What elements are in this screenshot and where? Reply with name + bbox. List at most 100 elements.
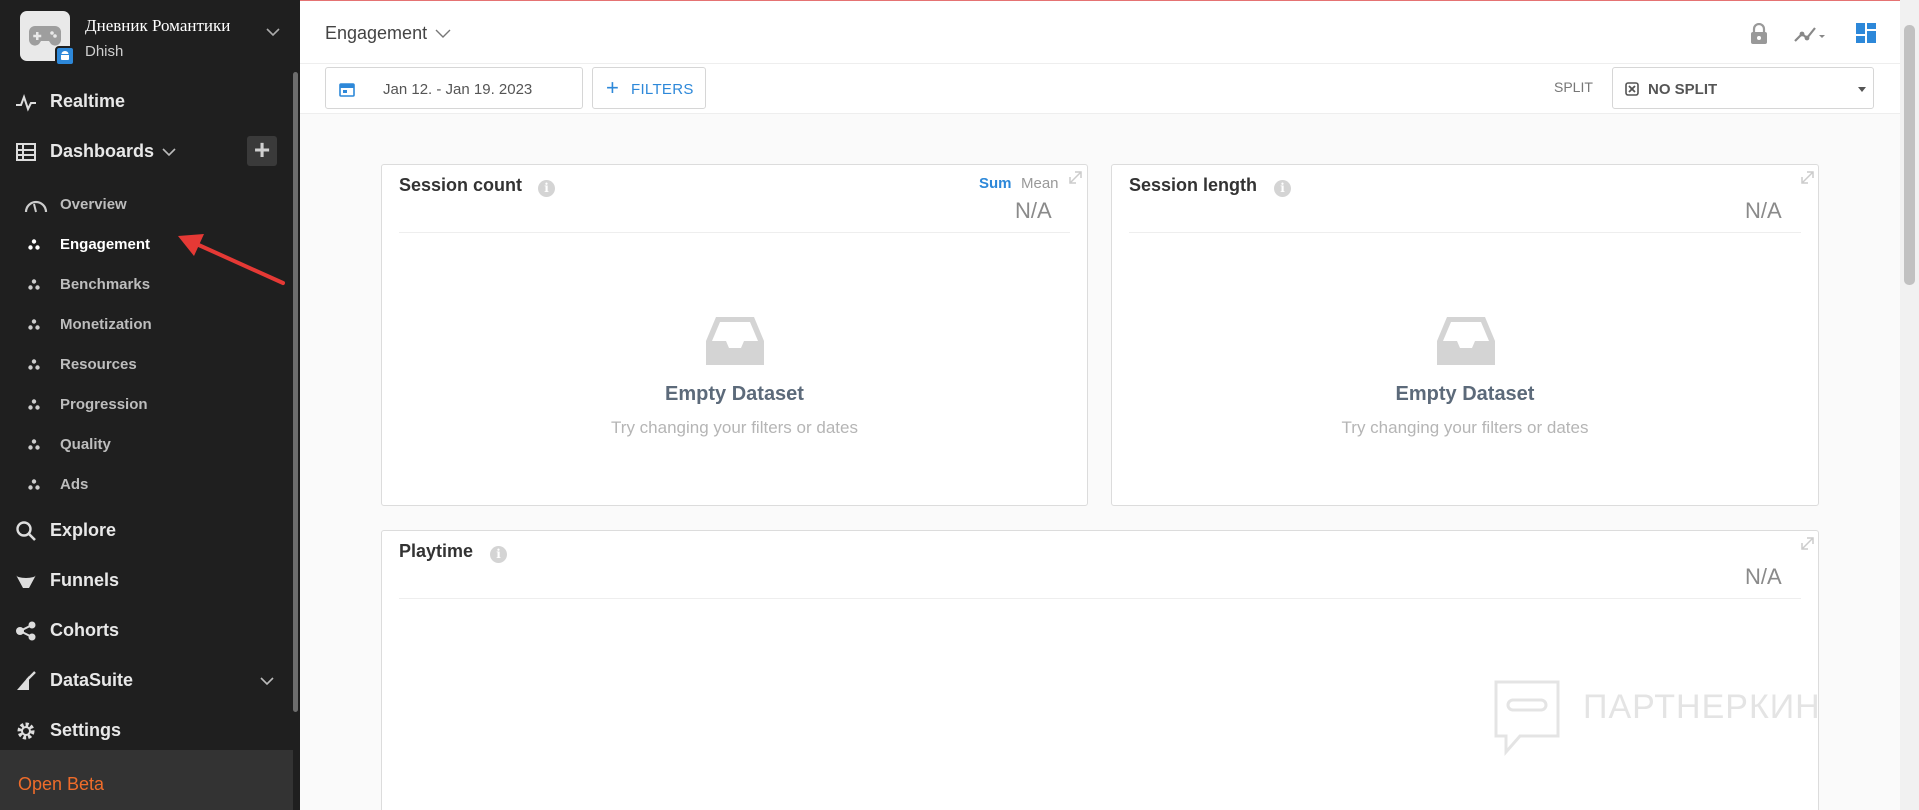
card-title: Session count — [399, 175, 523, 195]
caret-down-icon — [1858, 87, 1866, 92]
datasuite-icon — [17, 671, 36, 690]
dots-icon — [28, 439, 40, 450]
card-value: N/A — [1015, 198, 1052, 223]
lock-icon[interactable] — [1750, 23, 1768, 45]
inbox-icon — [706, 317, 764, 365]
chevron-down-icon[interactable] — [260, 677, 274, 686]
empty-dataset-hint: Try changing your filters or dates — [1341, 418, 1589, 437]
chevron-down-icon[interactable] — [162, 148, 176, 157]
nav-item-label: Ads — [60, 476, 89, 493]
empty-dataset-title: Empty Dataset — [1395, 383, 1535, 405]
filters-button[interactable]: + FILTERS — [592, 67, 706, 109]
grid-layout-icon[interactable] — [1855, 22, 1877, 44]
empty-dataset-title: Empty Dataset — [665, 383, 804, 405]
chevron-down-icon[interactable] — [266, 28, 280, 37]
nav-cohorts-label: Cohorts — [50, 620, 119, 640]
dots-icon — [28, 359, 40, 370]
sidebar-scrollbar[interactable] — [293, 72, 298, 712]
clear-icon — [1625, 82, 1639, 96]
card-title: Playtime — [399, 541, 474, 561]
dots-icon — [28, 279, 40, 290]
session-length-card: Session length i N/A Empty Dataset Try c… — [1111, 164, 1819, 506]
playtime-card: Playtime i N/A — [381, 530, 1819, 810]
open-beta-banner[interactable]: Open Beta — [0, 750, 293, 810]
info-icon[interactable]: i — [1274, 180, 1291, 197]
info-icon[interactable]: i — [490, 546, 507, 563]
empty-dataset-hint: Try changing your filters or dates — [611, 418, 858, 437]
sum-toggle[interactable]: Sum — [979, 175, 1012, 192]
chevron-down-icon[interactable] — [435, 29, 451, 39]
nav-explore[interactable]: Explore — [0, 510, 293, 550]
chart-type-icon[interactable] — [1793, 23, 1829, 45]
page-title[interactable]: Engagement — [325, 23, 427, 44]
app-name: Дневник Романтики — [85, 16, 231, 35]
expand-icon[interactable] — [1069, 171, 1082, 184]
nav-item-label: Benchmarks — [60, 276, 151, 293]
expand-icon[interactable] — [1801, 537, 1814, 550]
nav-item-progression[interactable]: Progression — [0, 389, 293, 421]
dots-icon — [28, 479, 40, 490]
gear-icon — [17, 722, 35, 740]
share-nodes-icon — [16, 621, 36, 641]
info-icon[interactable]: i — [538, 180, 555, 197]
nav-item-resources[interactable]: Resources — [0, 349, 293, 381]
card-value: N/A — [1745, 198, 1782, 223]
nav-item-label: Quality — [60, 436, 111, 453]
nav-settings-label: Settings — [50, 720, 122, 740]
split-label: SPLIT — [1554, 79, 1593, 95]
nav-explore-label: Explore — [50, 520, 117, 540]
nav-settings[interactable]: Settings — [0, 710, 293, 750]
card-title: Session length — [1129, 175, 1258, 195]
open-beta-label: Open Beta — [18, 774, 105, 794]
studio-name: Dhish — [85, 43, 124, 60]
split-select[interactable]: NO SPLIT — [1612, 67, 1874, 109]
nav-item-label: Resources — [60, 356, 137, 373]
nav-funnels-label: Funnels — [50, 570, 120, 590]
date-range-value: Jan 12. - Jan 19. 2023 — [383, 81, 533, 98]
inbox-icon — [1437, 317, 1495, 365]
calendar-icon — [339, 83, 355, 97]
nav-item-quality[interactable]: Quality — [0, 429, 293, 461]
watermark: ПАРТНЕРКИН — [1488, 676, 1820, 763]
main-scrollbar[interactable] — [1900, 0, 1919, 810]
mean-toggle[interactable]: Mean — [1021, 175, 1059, 192]
nav-dashboards-label: Dashboards — [50, 141, 155, 161]
add-dashboard-button[interactable]: + — [247, 136, 277, 166]
nav-item-label: Monetization — [60, 316, 152, 333]
filter-bar: Jan 12. - Jan 19. 2023 + FILTERS SPLIT N… — [300, 64, 1900, 114]
scrollbar-thumb[interactable] — [1904, 25, 1915, 285]
top-bar: Engagement — [300, 0, 1900, 64]
card-divider — [399, 232, 1070, 233]
dots-icon — [28, 239, 40, 250]
session-count-card: Session count i Sum Mean N/A Empty Datas… — [381, 164, 1088, 506]
filters-label: FILTERS — [631, 81, 694, 98]
pulse-icon — [16, 94, 36, 112]
nav-realtime[interactable]: Realtime — [0, 81, 293, 121]
dots-icon — [28, 399, 40, 410]
funnel-icon — [16, 575, 36, 588]
android-icon — [55, 46, 75, 66]
gauge-icon — [24, 200, 48, 213]
nav-item-overview[interactable]: Overview — [0, 189, 293, 221]
split-value: NO SPLIT — [1648, 81, 1718, 98]
app-switcher[interactable]: Дневник Романтики Dhish — [0, 0, 293, 72]
nav-funnels[interactable]: Funnels — [0, 560, 293, 600]
nav-item-label: Progression — [60, 396, 148, 413]
card-divider — [1129, 232, 1801, 233]
nav-datasuite[interactable]: DataSuite — [0, 660, 293, 700]
nav-item-ads[interactable]: Ads — [0, 469, 293, 501]
nav-cohorts[interactable]: Cohorts — [0, 610, 293, 650]
nav-item-monetization[interactable]: Monetization — [0, 309, 293, 341]
watermark-logo-icon — [1494, 680, 1560, 756]
nav-datasuite-label: DataSuite — [50, 670, 134, 690]
nav-item-label: Overview — [60, 196, 127, 213]
nav-item-label: Engagement — [60, 236, 151, 253]
search-icon — [16, 521, 36, 541]
table-icon — [16, 143, 36, 161]
expand-icon[interactable] — [1801, 171, 1814, 184]
card-divider — [399, 598, 1801, 599]
card-value: N/A — [1745, 564, 1782, 589]
date-range-picker[interactable]: Jan 12. - Jan 19. 2023 — [325, 67, 583, 109]
dots-icon — [28, 319, 40, 330]
watermark-text: ПАРТНЕРКИН — [1583, 688, 1821, 726]
